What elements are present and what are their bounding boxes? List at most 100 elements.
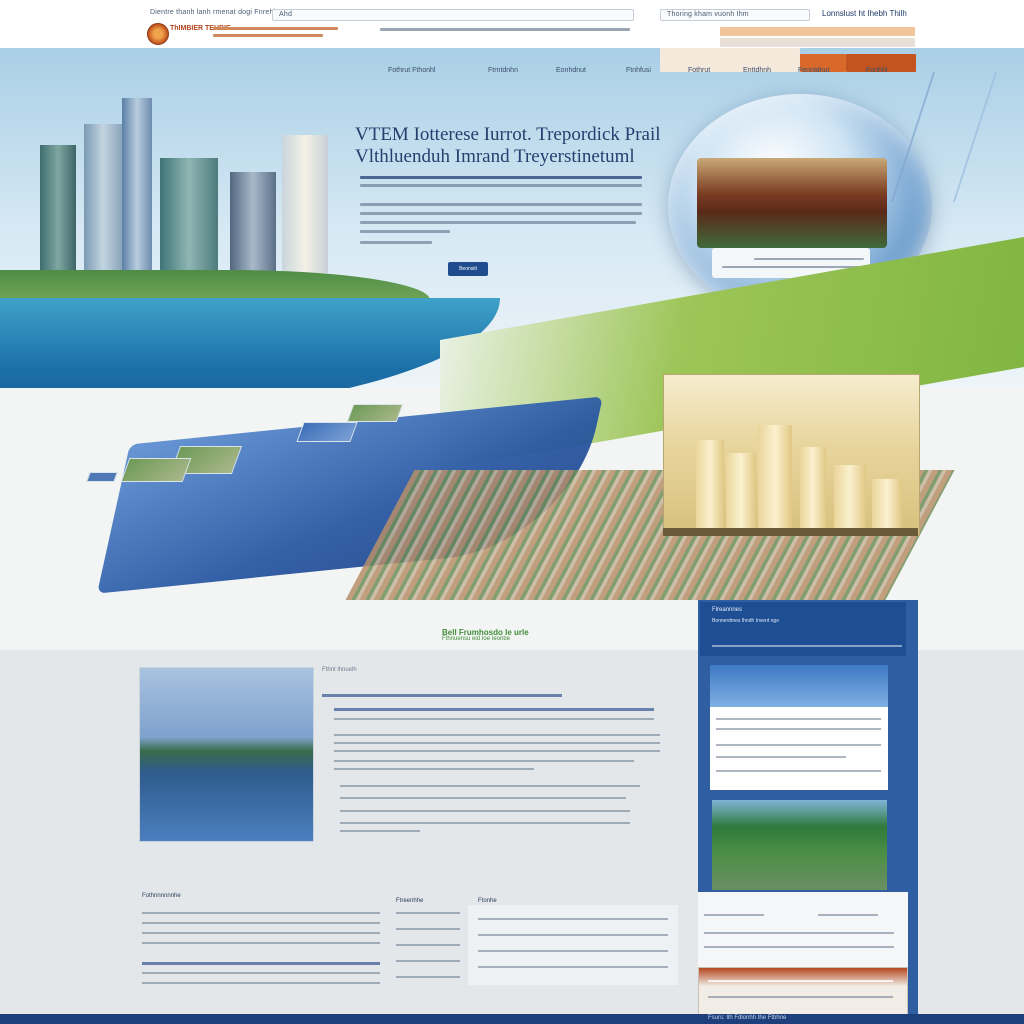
column-line: [142, 972, 380, 974]
globe-building-photo[interactable]: [697, 158, 887, 248]
sidebar-link[interactable]: [704, 914, 764, 916]
article-link-line[interactable]: [334, 708, 654, 711]
hero-text-line: [360, 212, 642, 215]
hero-text-line: [360, 203, 642, 206]
article-link-line[interactable]: [322, 694, 562, 697]
article-text-line: [334, 768, 534, 770]
sidebar-promo-line: [708, 980, 893, 982]
photo-tower: [758, 425, 792, 535]
hero-text-line: [360, 184, 642, 187]
article-text-line: [340, 822, 630, 824]
sidebar-link[interactable]: [704, 932, 894, 934]
column-line: [142, 912, 380, 914]
column-line: [396, 944, 460, 946]
city-photo-panel[interactable]: [663, 374, 920, 536]
brand-tagline-line: [213, 34, 323, 37]
logo-emblem-icon[interactable]: [147, 23, 169, 45]
category-select-value: Thoring kham vuonh Ihm: [667, 11, 749, 18]
sidebar-promo[interactable]: [698, 967, 908, 1015]
sidebar-text-line: [712, 645, 902, 647]
header-link-line[interactable]: [380, 28, 630, 31]
article-text-line: [334, 760, 634, 762]
article-text-line: [334, 742, 660, 744]
column-line: [142, 932, 380, 934]
header-promo-bar[interactable]: [720, 38, 915, 47]
skyline-tower: [160, 158, 218, 274]
sidebar-card-line: [716, 770, 881, 772]
sidebar-card-line: [716, 728, 881, 730]
nav-item[interactable]: Fonhhl: [866, 67, 887, 74]
skyline-tower: [230, 172, 276, 274]
column-line: [396, 928, 460, 930]
footer-bar: [0, 1014, 1024, 1024]
article-text-line: [334, 718, 654, 720]
sidebar-subtitle: Bonnerdmes Ihndh Invent nge: [712, 618, 779, 624]
map-tile: [86, 472, 118, 482]
breadcrumb[interactable]: Dientre thanh lanh rmenat dogi Fnrehle: [150, 9, 279, 16]
hero-text-line: [360, 230, 450, 233]
hero-headline: VTEM Iotterese Iurrot. Trepordick Prail: [355, 124, 661, 145]
column-heading: Fothnnnnnnhe: [142, 893, 181, 899]
nav-item[interactable]: Ftrntdnhn: [488, 67, 518, 74]
column-heading: Ftonhe: [478, 898, 497, 904]
photo-ground: [663, 528, 918, 536]
column-link[interactable]: [142, 962, 380, 965]
nav-item[interactable]: Fenntdnut: [798, 67, 830, 74]
article-text-line: [334, 734, 660, 736]
nav-item[interactable]: Fothrut: [688, 67, 710, 74]
search-input[interactable]: Ahd: [272, 9, 634, 21]
nav-item[interactable]: Enttdhnh: [743, 67, 771, 74]
sidebar-card-line: [716, 756, 846, 758]
column-line: [396, 960, 460, 962]
sidebar-title: Flreannnes: [712, 607, 743, 613]
brand-tagline-line: [213, 27, 338, 30]
article-text-line: [340, 830, 420, 832]
photo-tower: [872, 479, 902, 535]
sidebar-promo-line: [708, 996, 893, 998]
header-promo-bar[interactable]: [720, 27, 915, 36]
article-kicker: Fthnt lhnuelh: [322, 667, 357, 673]
photo-tower: [696, 440, 724, 535]
footer-text: Fsurs: Ilh Fdlonhh Ihe Ftbhne: [708, 1015, 787, 1021]
hero-text-line: [360, 221, 636, 224]
skyline-tower: [84, 124, 122, 274]
sidebar-card-line: [716, 744, 881, 746]
column-line: [478, 918, 668, 920]
sidebar-card-image: [710, 665, 888, 707]
column-line: [396, 912, 460, 914]
language-link[interactable]: Lonnslust ht Ihebh Thilh: [822, 9, 907, 18]
hero-text-line: [360, 241, 432, 244]
sidebar-link[interactable]: [818, 914, 878, 916]
hero-headline: Vlthluenduh Imrand Treyerstinetuml: [355, 146, 635, 167]
sidebar-photo[interactable]: [712, 800, 887, 890]
hero-cta-button[interactable]: Beonsiit: [448, 262, 488, 276]
column-heading: Ftreenhhe: [396, 898, 424, 904]
photo-tower: [800, 447, 826, 535]
nav-item[interactable]: Eonhdnut: [556, 67, 586, 74]
article-text-line: [340, 785, 640, 787]
column-table: [468, 905, 678, 985]
hero-nav: Fothrut Fthonhl Ftrntdnhn Eonhdnut Ftnhf…: [388, 67, 928, 77]
globe-caption-line: [754, 258, 864, 260]
hero-lead-line: [360, 176, 642, 179]
skyline-tower: [40, 145, 76, 275]
category-select[interactable]: Thoring kham vuonh Ihm: [660, 9, 810, 21]
column-line: [142, 922, 380, 924]
article-text-line: [334, 750, 660, 752]
section-subtitle: Fthnuensu eid Ioe Ieonbe: [442, 636, 511, 642]
globe-caption-line: [722, 266, 862, 268]
column-line: [478, 950, 668, 952]
photo-tower: [834, 465, 866, 535]
sidebar-card-line: [716, 718, 881, 720]
article-photo[interactable]: [139, 667, 314, 842]
nav-item[interactable]: Ftnhfusi: [626, 67, 651, 74]
nav-item[interactable]: Fothrut Fthonhl: [388, 67, 435, 74]
photo-tower: [726, 453, 756, 535]
column-line: [142, 982, 380, 984]
article-text-line: [340, 797, 626, 799]
sidebar-link[interactable]: [704, 946, 894, 948]
top-header-bar: Dientre thanh lanh rmenat dogi Fnrehle A…: [0, 0, 1024, 49]
skyline-tower: [282, 135, 328, 273]
column-line: [396, 976, 460, 978]
map-tile: [296, 422, 358, 442]
